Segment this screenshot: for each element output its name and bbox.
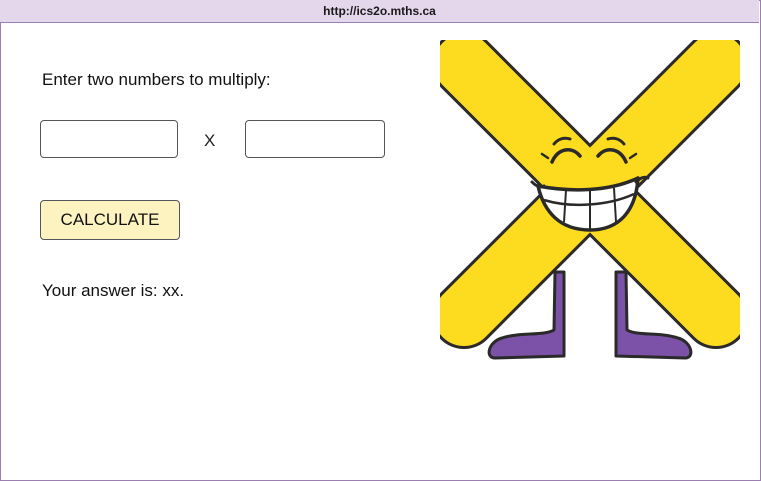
instruction-text: Enter two numbers to multiply:	[42, 70, 271, 89]
first-number-input[interactable]	[40, 120, 178, 158]
smiling-multiplication-x-mascot-icon	[440, 40, 740, 360]
url-bar: http://ics2o.mths.ca	[0, 0, 759, 23]
second-number-input[interactable]	[245, 120, 385, 158]
multiply-operator: X	[204, 131, 216, 150]
calculate-button[interactable]: CALCULATE	[40, 200, 180, 240]
answer-text: Your answer is: xx.	[42, 281, 185, 300]
